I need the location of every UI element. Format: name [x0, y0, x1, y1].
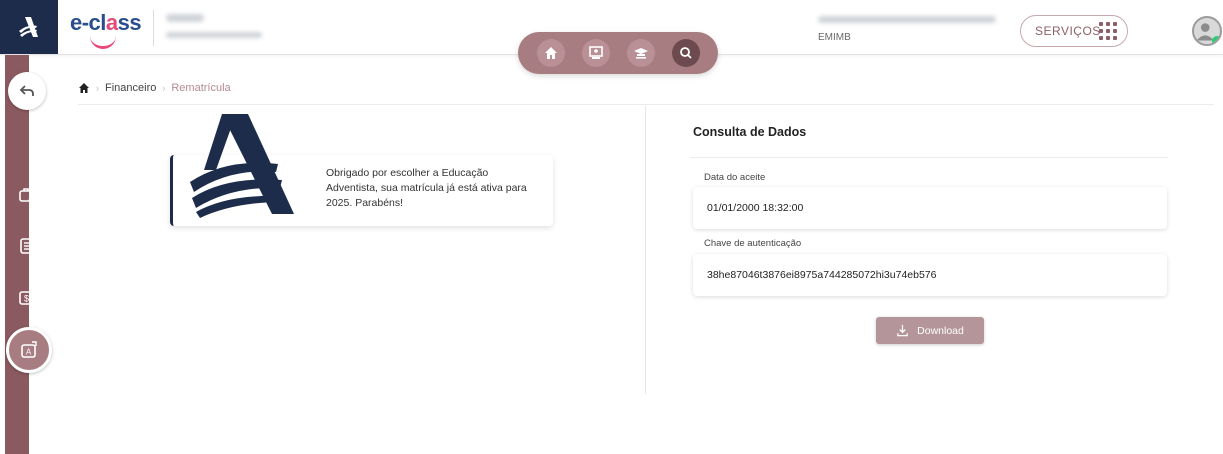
search-icon — [679, 47, 692, 59]
nav-search-button[interactable] — [671, 39, 700, 67]
money-exchange-icon: $ — [19, 288, 35, 305]
breadcrumb-financeiro[interactable]: Financeiro — [105, 82, 156, 94]
sidebar-item-rematricula[interactable]: A — [6, 327, 52, 373]
nav-home-button[interactable] — [536, 39, 565, 67]
field-value-chave: 38he87046t3876ei8975a744285072hi3u74eb57… — [707, 269, 937, 281]
person-board-icon — [588, 46, 603, 59]
download-button[interactable]: Download — [876, 317, 984, 344]
eclass-logo-text-a: e-cl — [70, 10, 106, 35]
school-detail-blurred — [166, 32, 262, 38]
svg-text:A: A — [26, 348, 32, 357]
user-info: EMIMB — [818, 12, 1008, 48]
back-arrow-icon — [19, 85, 34, 96]
eclass-logo-text-b: a — [105, 10, 118, 35]
rematricula-icon: A — [21, 341, 37, 358]
field-label-data-aceite: Data do aceite — [704, 172, 766, 183]
eclass-logo[interactable]: e-class — [70, 10, 142, 49]
school-info — [153, 10, 306, 46]
nav-academic-button[interactable] — [626, 39, 655, 67]
panel-title: Consulta de Dados — [693, 125, 807, 139]
user-name-blurred — [818, 16, 996, 23]
download-label: Download — [917, 324, 964, 337]
user-avatar[interactable] — [1192, 16, 1222, 46]
svg-text:$: $ — [24, 294, 29, 304]
home-icon[interactable] — [78, 82, 90, 94]
confirmation-message: Obrigado por escolher a Educação Adventi… — [326, 167, 527, 209]
field-value-data-aceite: 01/01/2000 18:32:00 — [707, 202, 804, 214]
services-button[interactable]: SERVIÇOS — [1020, 15, 1128, 47]
adventist-a-icon — [19, 17, 38, 37]
breadcrumb-separator: › — [96, 83, 99, 93]
top-divider — [78, 104, 1214, 105]
breadcrumb-rematricula: Rematrícula — [171, 82, 231, 94]
adventist-logo[interactable] — [0, 0, 58, 54]
eclass-logo-text-c: ss — [117, 10, 142, 35]
apps-grid-icon — [1099, 22, 1117, 40]
graduation-cap-icon — [633, 48, 648, 59]
sidebar-back-button[interactable] — [8, 72, 46, 110]
school-name-blurred — [166, 14, 204, 22]
receipt-icon — [20, 238, 34, 254]
online-status-dot — [1212, 36, 1220, 44]
breadcrumb-separator: › — [162, 83, 166, 93]
column-divider — [645, 106, 646, 394]
sidebar-item-boletos[interactable] — [8, 227, 46, 265]
services-label: SERVIÇOS — [1035, 24, 1101, 38]
sidebar-item-agenda[interactable] — [8, 176, 46, 214]
adventist-education-logo — [190, 114, 294, 218]
breadcrumb: › Financeiro › Rematrícula — [78, 82, 231, 94]
user-code: EMIMB — [818, 32, 851, 43]
home-icon — [544, 47, 557, 59]
download-icon — [897, 324, 908, 337]
sidebar-item-financeiro[interactable]: $ — [8, 278, 46, 316]
panel-divider — [690, 157, 1168, 158]
eclass-smile-icon — [90, 36, 116, 49]
field-label-chave: Chave de autenticação — [704, 238, 802, 249]
field-data-aceite: 01/01/2000 18:32:00 — [693, 187, 1167, 229]
briefcase-clock-icon — [19, 188, 36, 204]
nav-classroom-button[interactable] — [581, 39, 610, 67]
main-pill-nav — [518, 32, 718, 74]
field-chave-autenticacao: 38he87046t3876ei8975a744285072hi3u74eb57… — [693, 254, 1167, 296]
